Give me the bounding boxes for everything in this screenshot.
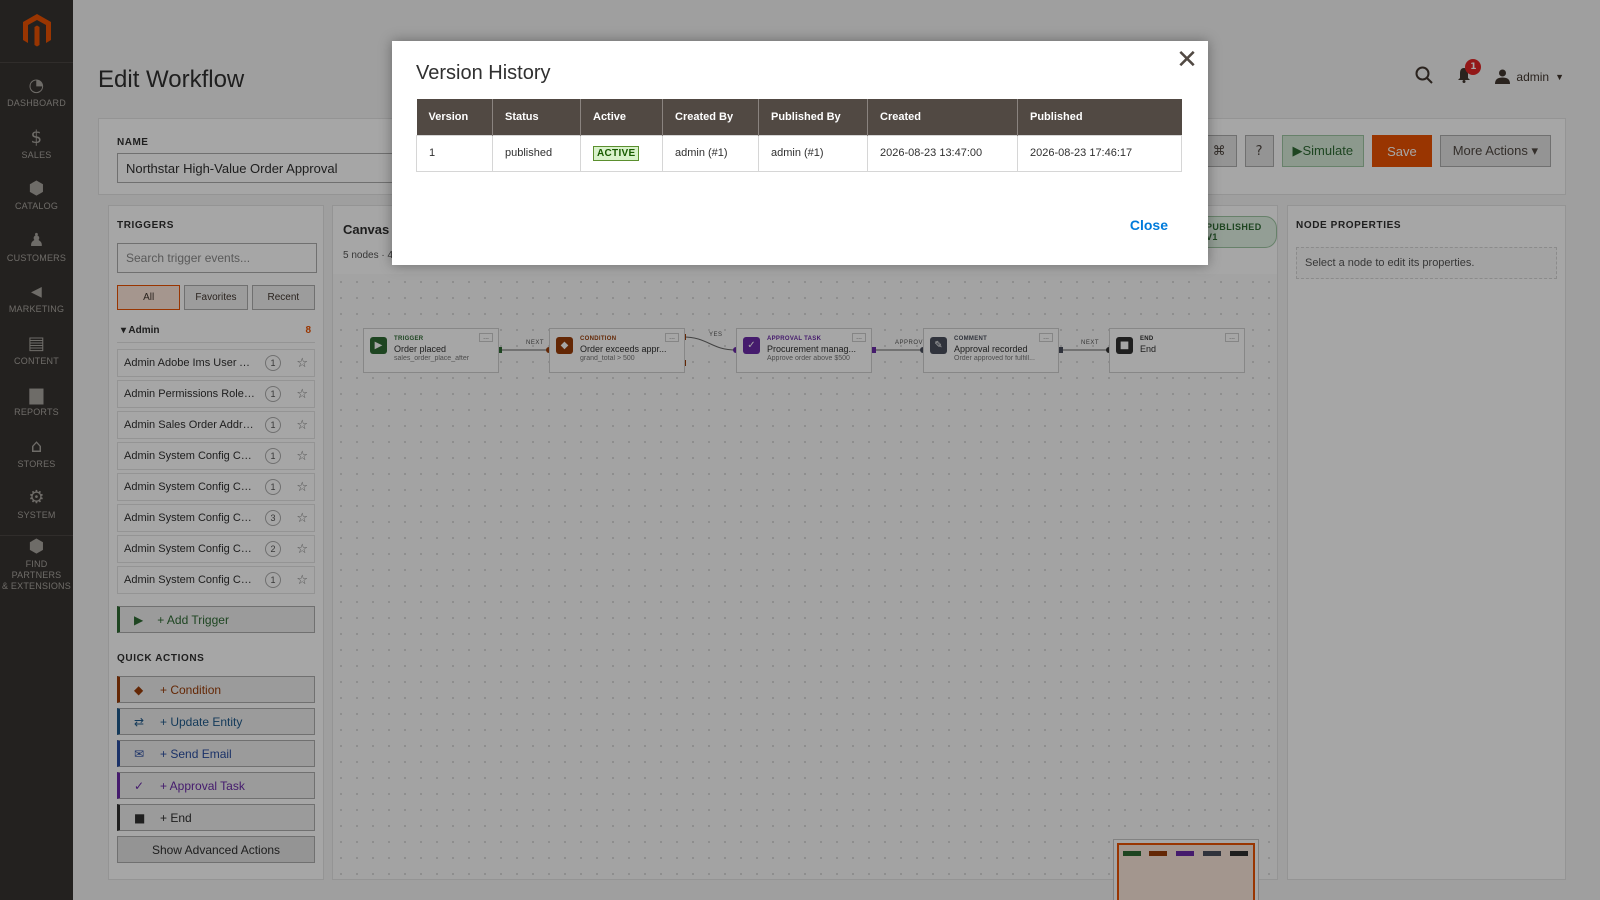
version-history-modal: Version History ✕ Version Status Active … <box>392 41 1208 265</box>
active-cell: ACTIVE <box>580 134 663 172</box>
column-header: Version <box>416 99 493 135</box>
column-header: Published By <box>758 99 868 135</box>
version-history-table: Version Status Active Created By Publish… <box>416 99 1182 172</box>
column-header: Status <box>492 99 581 135</box>
active-badge: ACTIVE <box>593 146 640 161</box>
created-by-cell: admin (#1) <box>662 134 759 172</box>
status-cell: published <box>492 134 581 172</box>
modal-title: Version History <box>416 62 551 84</box>
close-icon[interactable]: ✕ <box>1172 45 1202 75</box>
column-header: Active <box>580 99 663 135</box>
table-header-row: Version Status Active Created By Publish… <box>416 99 1182 135</box>
close-button[interactable]: Close <box>1130 217 1168 233</box>
table-row: 1 published ACTIVE admin (#1) admin (#1)… <box>416 134 1182 172</box>
column-header: Created <box>867 99 1018 135</box>
published-by-cell: admin (#1) <box>758 134 868 172</box>
column-header: Published <box>1017 99 1182 135</box>
created-cell: 2026-08-23 13:47:00 <box>867 134 1018 172</box>
version-cell: 1 <box>416 134 493 172</box>
published-cell: 2026-08-23 17:46:17 <box>1017 134 1182 172</box>
column-header: Created By <box>662 99 759 135</box>
